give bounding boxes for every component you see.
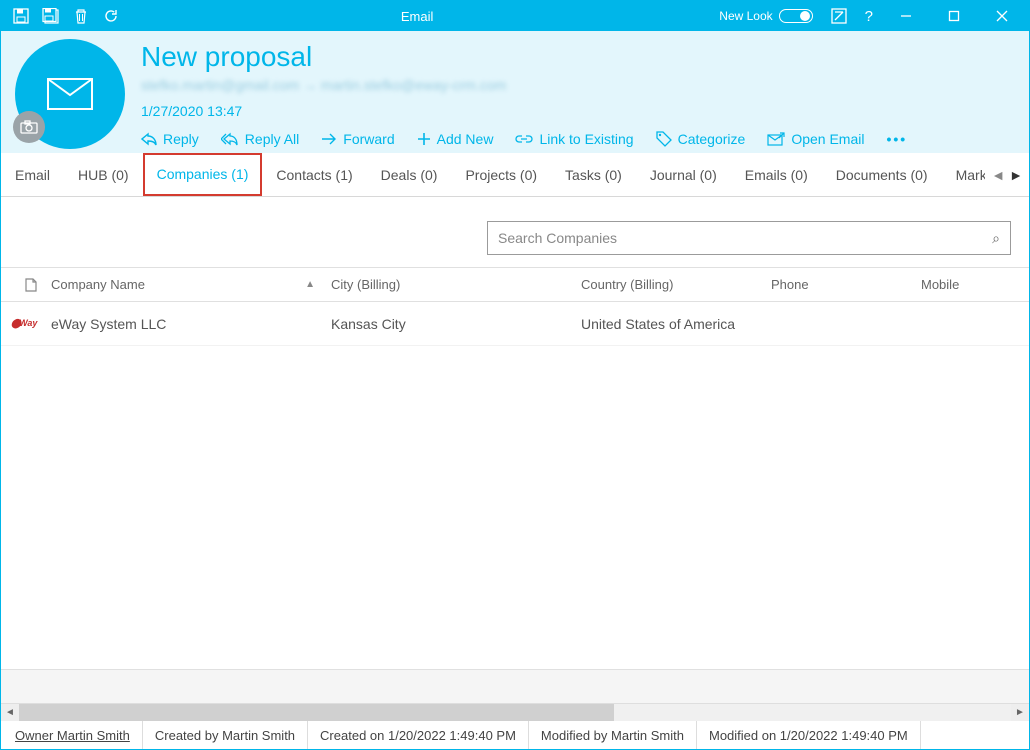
more-actions-button[interactable]: ••• [886, 131, 907, 147]
new-look-label: New Look [719, 9, 772, 23]
column-company-label: Company Name [51, 277, 145, 292]
tab-deals[interactable]: Deals (0) [367, 153, 452, 196]
tab-scroll-right-icon[interactable]: ► [1009, 167, 1023, 183]
status-bar: Owner Martin Smith Created by Martin Smi… [1, 721, 1029, 749]
grid-header: Company Name ▲ City (Billing) Country (B… [1, 268, 1029, 302]
companies-grid: Company Name ▲ City (Billing) Country (B… [1, 267, 1029, 721]
forward-label: Forward [343, 131, 394, 147]
cell-city: Kansas City [331, 316, 581, 332]
tab-tasks[interactable]: Tasks (0) [551, 153, 636, 196]
categorize-button[interactable]: Categorize [656, 131, 746, 147]
reply-all-icon [221, 132, 239, 146]
grid-footer [1, 669, 1029, 703]
add-new-label: Add New [437, 131, 494, 147]
link-existing-button[interactable]: Link to Existing [515, 131, 633, 147]
email-timestamp: 1/27/2020 13:47 [141, 103, 1015, 119]
status-created-on: Created on 1/20/2022 1:49:40 PM [308, 721, 529, 749]
link-existing-label: Link to Existing [539, 131, 633, 147]
refresh-icon[interactable] [99, 4, 123, 28]
tag-icon [656, 131, 672, 147]
title-bar: Email New Look ? [1, 1, 1029, 31]
open-email-label: Open Email [791, 131, 864, 147]
reply-all-label: Reply All [245, 131, 299, 147]
table-row[interactable]: ⬤Way eWay System LLC Kansas City United … [1, 302, 1029, 346]
status-modified-by: Modified by Martin Smith [529, 721, 697, 749]
search-input[interactable] [498, 230, 992, 246]
reply-label: Reply [163, 131, 199, 147]
column-mobile[interactable]: Mobile [921, 277, 1029, 292]
search-box[interactable]: ⌕ [487, 221, 1011, 255]
tab-companies[interactable]: Companies (1) [143, 153, 263, 196]
email-addresses: stefko.martin@gmail.com → martin.stefko@… [141, 77, 1015, 93]
reply-icon [141, 132, 157, 146]
tab-journal[interactable]: Journal (0) [636, 153, 731, 196]
close-button[interactable] [979, 1, 1025, 31]
status-modified-on: Modified on 1/20/2022 1:49:40 PM [697, 721, 921, 749]
sort-asc-icon: ▲ [305, 279, 331, 290]
horizontal-scrollbar[interactable]: ◄ ► [1, 703, 1029, 721]
reply-button[interactable]: Reply [141, 131, 199, 147]
toggle-switch-icon [779, 9, 813, 23]
column-icon[interactable] [11, 278, 51, 292]
scroll-track[interactable] [19, 704, 1011, 721]
status-created-by: Created by Martin Smith [143, 721, 308, 749]
grid-body: ⬤Way eWay System LLC Kansas City United … [1, 302, 1029, 669]
tabs-bar: Email HUB (0) Companies (1) Contacts (1)… [1, 153, 1029, 197]
maximize-button[interactable] [931, 1, 977, 31]
title-bar-right: New Look ? [711, 1, 1029, 31]
categorize-label: Categorize [678, 131, 746, 147]
company-logo-icon: ⬤Way [11, 318, 51, 329]
document-icon [25, 278, 37, 292]
column-city[interactable]: City (Billing) [331, 277, 581, 292]
scroll-thumb[interactable] [19, 704, 614, 721]
ellipsis-icon: ••• [886, 131, 907, 147]
minimize-button[interactable] [883, 1, 929, 31]
column-country[interactable]: Country (Billing) [581, 277, 771, 292]
cell-company: eWay System LLC [51, 316, 331, 332]
action-toolbar: Reply Reply All Forward Add New Link to … [141, 131, 1015, 147]
search-row: ⌕ [1, 197, 1029, 267]
tab-documents[interactable]: Documents (0) [822, 153, 942, 196]
header-info: New proposal stefko.martin@gmail.com → m… [141, 39, 1015, 149]
tab-scroll-left-icon[interactable]: ◄ [991, 167, 1005, 183]
title-bar-left [1, 4, 123, 28]
window-title: Email [123, 9, 711, 24]
tab-emails[interactable]: Emails (0) [731, 153, 822, 196]
open-email-button[interactable]: Open Email [767, 131, 864, 147]
add-new-button[interactable]: Add New [417, 131, 494, 147]
camera-icon[interactable] [13, 111, 45, 143]
save-all-icon[interactable] [39, 4, 63, 28]
tab-email[interactable]: Email [1, 153, 64, 196]
tabs: Email HUB (0) Companies (1) Contacts (1)… [1, 153, 985, 196]
tab-projects[interactable]: Projects (0) [451, 153, 551, 196]
tab-scroll: ◄ ► [985, 153, 1029, 196]
tab-marketing[interactable]: Marketing [942, 153, 986, 196]
delete-icon[interactable] [69, 4, 93, 28]
reply-all-button[interactable]: Reply All [221, 131, 299, 147]
link-icon [515, 133, 533, 145]
avatar [15, 39, 125, 149]
app-icon[interactable] [823, 1, 855, 31]
status-owner[interactable]: Owner Martin Smith [3, 721, 143, 749]
forward-icon [321, 133, 337, 145]
column-company[interactable]: Company Name ▲ [51, 277, 331, 292]
save-icon[interactable] [9, 4, 33, 28]
search-icon[interactable]: ⌕ [992, 230, 1000, 247]
scroll-left-icon[interactable]: ◄ [1, 704, 19, 721]
cell-country: United States of America [581, 316, 771, 332]
plus-icon [417, 132, 431, 146]
email-subject: New proposal [141, 41, 1015, 73]
tab-contacts[interactable]: Contacts (1) [262, 153, 366, 196]
tab-hub[interactable]: HUB (0) [64, 153, 143, 196]
forward-button[interactable]: Forward [321, 131, 394, 147]
scroll-right-icon[interactable]: ► [1011, 704, 1029, 721]
new-look-toggle[interactable]: New Look [711, 1, 820, 31]
email-header: New proposal stefko.martin@gmail.com → m… [1, 31, 1029, 153]
open-email-icon [767, 132, 785, 146]
column-phone[interactable]: Phone [771, 277, 921, 292]
envelope-icon [46, 77, 94, 111]
help-icon[interactable]: ? [857, 1, 881, 31]
